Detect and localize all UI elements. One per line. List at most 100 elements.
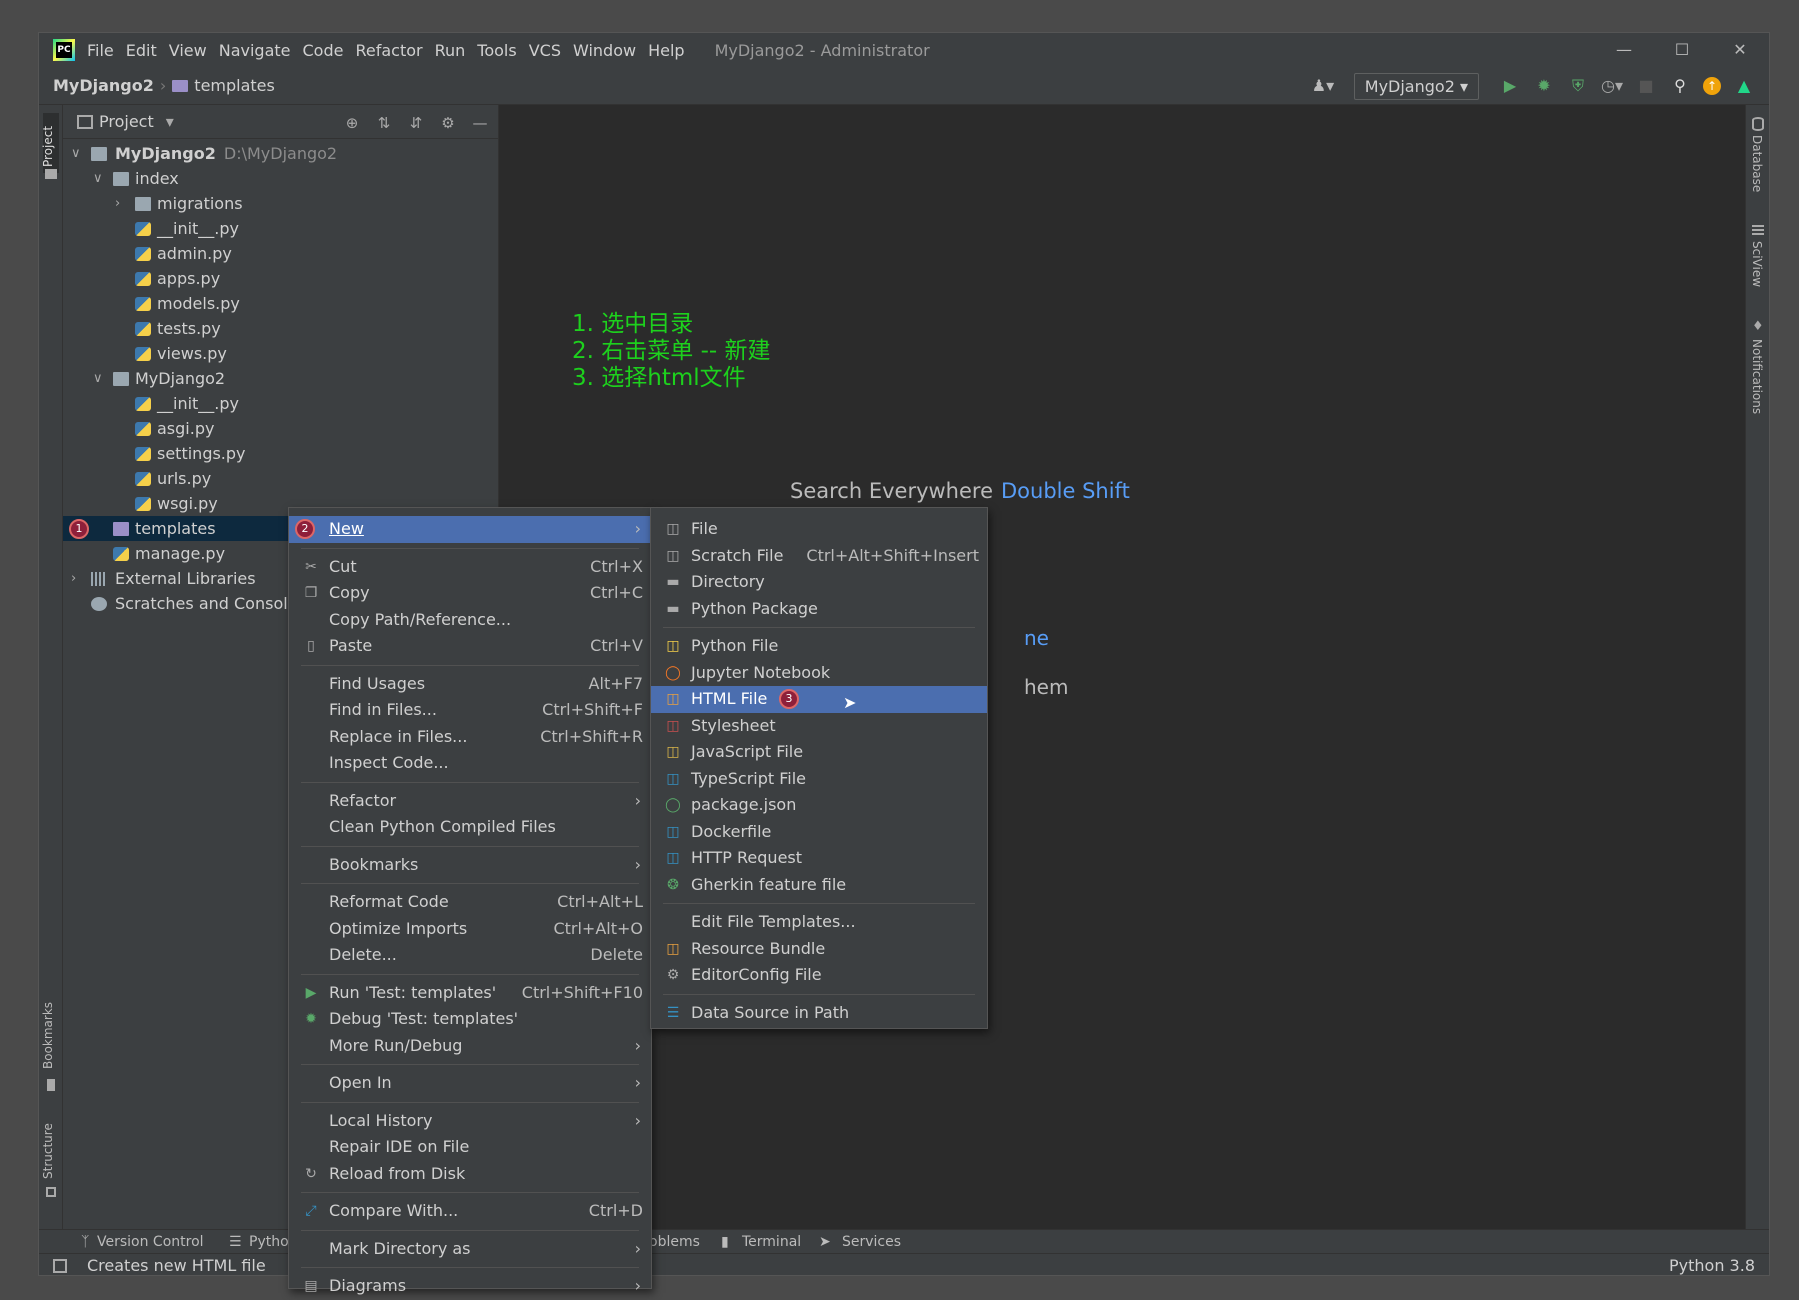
menu-item-repair-ide[interactable]: Repair IDE on File (289, 1134, 651, 1161)
structure-tool-tab[interactable]: Structure (41, 1123, 55, 1179)
menu-item-html-file[interactable]: ◫ HTML File 3 ➤ (651, 686, 987, 713)
menu-item-compare-with[interactable]: ⤢ Compare With... Ctrl+D (289, 1198, 651, 1225)
problems-tab[interactable]: oblems (649, 1234, 700, 1250)
tree-item-file[interactable]: __init__.py (63, 216, 498, 241)
menu-item-resource-bundle[interactable]: ◫ Resource Bundle (651, 936, 987, 963)
debug-icon[interactable]: ✹ (1533, 75, 1555, 97)
menu-item-package-json[interactable]: ◯ package.json (651, 792, 987, 819)
chevron-right-icon[interactable]: › (71, 566, 85, 591)
chevron-down-icon[interactable]: ∨ (71, 141, 85, 166)
menu-item-stylesheet[interactable]: ◫ Stylesheet (651, 713, 987, 740)
menu-item-mark-directory-as[interactable]: Mark Directory as › (289, 1236, 651, 1263)
menu-refactor[interactable]: Refactor (355, 41, 422, 60)
menu-item-find-usages[interactable]: Find Usages Alt+F7 (289, 671, 651, 698)
menu-item-paste[interactable]: ▯ Paste Ctrl+V (289, 633, 651, 660)
run-icon[interactable]: ▶ (1499, 75, 1521, 97)
project-tool-tab[interactable]: Project (41, 126, 55, 167)
menu-item-new[interactable]: 2 New › (289, 516, 651, 543)
chevron-right-icon[interactable]: › (115, 191, 129, 216)
terminal-tab[interactable]: Terminal (742, 1234, 801, 1250)
menu-item-data-source[interactable]: ☰ Data Source in Path (651, 1000, 987, 1027)
menu-item-clean-compiled[interactable]: Clean Python Compiled Files (289, 814, 651, 841)
tree-item-file[interactable]: settings.py (63, 441, 498, 466)
menu-item-file[interactable]: ◫ File (651, 516, 987, 543)
menu-item-debug-test[interactable]: ✹ Debug 'Test: templates' (289, 1006, 651, 1033)
menu-edit[interactable]: Edit (126, 41, 157, 60)
python-interpreter-widget[interactable]: Python 3.8 (1669, 1256, 1755, 1275)
menu-item-optimize-imports[interactable]: Optimize Imports Ctrl+Alt+O (289, 916, 651, 943)
gear-icon[interactable]: ⚙ (438, 113, 458, 133)
tree-item-file[interactable]: asgi.py (63, 416, 498, 441)
hide-icon[interactable]: — (470, 113, 490, 133)
locate-icon[interactable]: ⊕ (342, 113, 362, 133)
menu-tools[interactable]: Tools (477, 41, 516, 60)
menu-item-inspect-code[interactable]: Inspect Code... (289, 750, 651, 777)
tree-item-file[interactable]: apps.py (63, 266, 498, 291)
tree-item-project-root[interactable]: ∨ MyDjango2 D:\MyDjango2 (63, 141, 498, 166)
tree-item-mydjango2[interactable]: ∨ MyDjango2 (63, 366, 498, 391)
tree-item-file[interactable]: views.py (63, 341, 498, 366)
menu-item-dockerfile[interactable]: ◫ Dockerfile (651, 819, 987, 846)
coverage-icon[interactable]: ⛨ (1567, 75, 1589, 97)
menu-item-editorconfig[interactable]: ⚙ EditorConfig File (651, 962, 987, 989)
user-icon[interactable]: ♟▾ (1312, 75, 1334, 97)
project-view-label[interactable]: Project (99, 112, 154, 131)
menu-item-directory[interactable]: ▬ Directory (651, 569, 987, 596)
run-configuration-select[interactable]: MyDjango2 ▾ (1353, 72, 1479, 100)
menu-item-local-history[interactable]: Local History › (289, 1108, 651, 1135)
tree-item-file[interactable]: models.py (63, 291, 498, 316)
menu-item-copy[interactable]: ❐ Copy Ctrl+C (289, 580, 651, 607)
menu-item-python-package[interactable]: ▬ Python Package (651, 596, 987, 623)
chevron-down-icon[interactable]: ▾ (166, 112, 174, 131)
profile-icon[interactable]: ◷▾ (1601, 75, 1623, 97)
collapse-all-icon[interactable]: ⇵ (406, 113, 426, 133)
jetbrains-toolbox-icon[interactable]: ▲ (1733, 75, 1755, 97)
menu-item-jupyter-notebook[interactable]: ◯ Jupyter Notebook (651, 660, 987, 687)
menu-item-scratch-file[interactable]: ◫ Scratch File Ctrl+Alt+Shift+Insert (651, 543, 987, 570)
breadcrumb-project[interactable]: MyDjango2 (53, 76, 154, 95)
update-icon[interactable]: ↑ (1703, 77, 1721, 95)
search-icon[interactable]: ⚲ (1669, 75, 1691, 97)
chevron-down-icon[interactable]: ∨ (93, 166, 107, 191)
tool-windows-icon[interactable] (53, 1259, 67, 1273)
maximize-icon[interactable]: ☐ (1653, 33, 1711, 67)
menu-item-bookmarks[interactable]: Bookmarks › (289, 852, 651, 879)
menu-item-delete[interactable]: Delete... Delete (289, 942, 651, 969)
menu-vcs[interactable]: VCS (529, 41, 561, 60)
menu-item-cut[interactable]: ✂ Cut Ctrl+X (289, 554, 651, 581)
menu-run[interactable]: Run (435, 41, 466, 60)
menu-navigate[interactable]: Navigate (219, 41, 291, 60)
menu-item-copy-path[interactable]: Copy Path/Reference... (289, 607, 651, 634)
menu-window[interactable]: Window (573, 41, 636, 60)
menu-item-more-run-debug[interactable]: More Run/Debug › (289, 1033, 651, 1060)
version-control-tab[interactable]: Version Control (97, 1234, 204, 1250)
menu-view[interactable]: View (169, 41, 207, 60)
close-icon[interactable]: ✕ (1711, 33, 1769, 67)
menu-item-replace-in-files[interactable]: Replace in Files... Ctrl+Shift+R (289, 724, 651, 751)
notifications-tool-tab[interactable]: Notifications (1750, 339, 1764, 414)
tree-item-migrations[interactable]: › migrations (63, 191, 498, 216)
menu-code[interactable]: Code (303, 41, 344, 60)
stop-icon[interactable]: ■ (1635, 75, 1657, 97)
menu-help[interactable]: Help (648, 41, 684, 60)
menu-item-edit-file-templates[interactable]: Edit File Templates... (651, 909, 987, 936)
menu-item-find-in-files[interactable]: Find in Files... Ctrl+Shift+F (289, 697, 651, 724)
menu-item-python-file[interactable]: ◫ Python File (651, 633, 987, 660)
minimize-icon[interactable]: — (1595, 33, 1653, 67)
services-tab[interactable]: Services (842, 1234, 901, 1250)
tree-item-file[interactable]: urls.py (63, 466, 498, 491)
bookmarks-tool-tab[interactable]: Bookmarks (41, 1002, 55, 1069)
database-tool-tab[interactable]: Database (1750, 135, 1764, 192)
expand-all-icon[interactable]: ⇅ (374, 113, 394, 133)
menu-item-gherkin[interactable]: ❂ Gherkin feature file (651, 872, 987, 899)
menu-file[interactable]: File (87, 41, 114, 60)
tree-item-file[interactable]: __init__.py (63, 391, 498, 416)
menu-item-refactor[interactable]: Refactor › (289, 788, 651, 815)
menu-item-reformat-code[interactable]: Reformat Code Ctrl+Alt+L (289, 889, 651, 916)
tree-item-index[interactable]: ∨ index (63, 166, 498, 191)
menu-item-http-request[interactable]: ◫ HTTP Request (651, 845, 987, 872)
tree-item-file[interactable]: admin.py (63, 241, 498, 266)
tree-item-file[interactable]: tests.py (63, 316, 498, 341)
sciview-tool-tab[interactable]: SciView (1750, 241, 1764, 287)
menu-item-reload-from-disk[interactable]: ↻ Reload from Disk (289, 1161, 651, 1188)
